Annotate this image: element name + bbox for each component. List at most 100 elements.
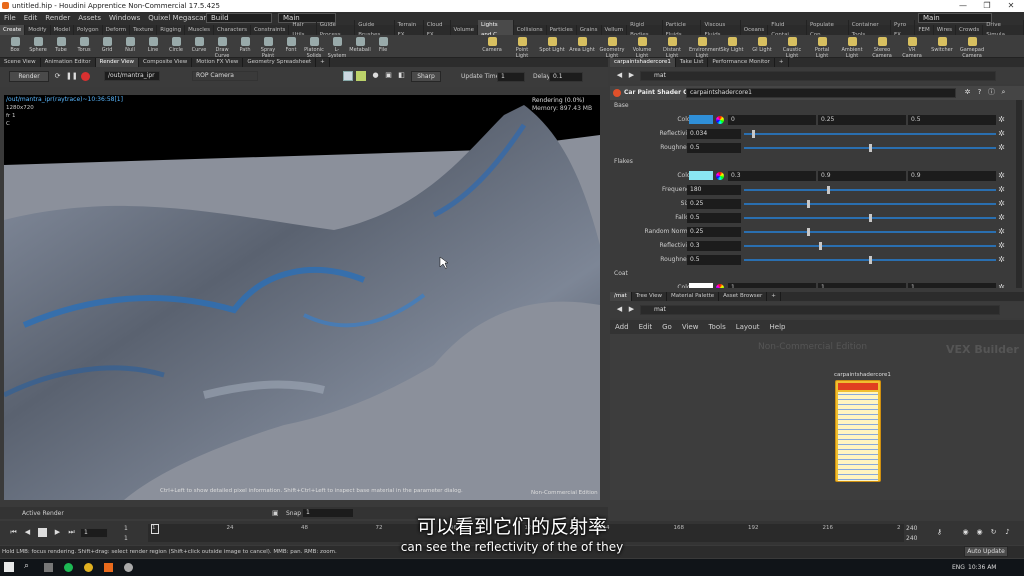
minimize-button[interactable]: — [952, 0, 974, 12]
param-value-field[interactable]: 0.25 [818, 115, 906, 125]
info-icon[interactable]: ⓘ [987, 88, 996, 97]
network-menu-item[interactable]: Tools [703, 323, 730, 331]
start-icon[interactable] [4, 562, 14, 572]
shelf-tool-button[interactable]: Platonic Solids [303, 37, 325, 59]
param-value-field[interactable]: 0.5 [687, 143, 741, 153]
shelf-tool-button[interactable]: Path [234, 37, 256, 53]
shelf-tab[interactable]: Deform [103, 25, 131, 35]
shelf-tool-button[interactable]: Tube [50, 37, 72, 53]
param-value-field[interactable]: 0.25 [687, 199, 741, 209]
shelf-tab[interactable]: Polygon [74, 25, 103, 35]
shelf-tool-button[interactable]: Switcher [929, 37, 955, 53]
render-view[interactable]: /out/mantra_ipr(raytrace)~10:36:58[1] 12… [4, 95, 600, 500]
section-label[interactable]: Base [614, 102, 629, 109]
pane-tab[interactable]: Geometry Spreadsheet [243, 58, 317, 67]
add-tab-icon[interactable]: + [767, 292, 781, 301]
shelf-tool-button[interactable]: Spot Light [539, 37, 565, 53]
param-gear-icon[interactable]: ✲ [997, 115, 1006, 124]
slider-knob[interactable] [806, 228, 810, 236]
network-path-field[interactable]: mat [640, 305, 1000, 315]
param-slider[interactable] [744, 200, 996, 208]
param-value-field[interactable]: 0 [728, 115, 816, 125]
delay-field[interactable]: 0.1 [549, 72, 583, 82]
param-slider[interactable] [744, 186, 996, 194]
shelf-tool-button[interactable]: VR Camera [899, 37, 925, 59]
param-gear-icon[interactable]: ✲ [997, 227, 1006, 236]
color-swatch[interactable] [689, 283, 713, 288]
refresh-icon[interactable]: ⟳ [53, 72, 62, 81]
shelf-tab[interactable]: Model [51, 25, 75, 35]
pane-tab[interactable]: carpaintshadercore1 [610, 58, 676, 67]
shelf-tool-button[interactable]: L-System [326, 37, 348, 59]
shelf-tab[interactable]: Oceans [741, 25, 769, 35]
shelf-tab[interactable]: Volume [451, 25, 478, 35]
help-icon[interactable]: ? [975, 88, 984, 97]
section-label[interactable]: Coat [614, 270, 628, 277]
shelf-tab[interactable]: Particles [547, 25, 577, 35]
shelf-tab[interactable]: Create [0, 25, 26, 35]
param-gear-icon[interactable]: ✲ [997, 143, 1006, 152]
shelf-tab[interactable]: Wires [934, 25, 956, 35]
param-slider[interactable] [744, 228, 996, 236]
back-icon[interactable]: ◀ [615, 71, 624, 80]
slider-knob[interactable] [826, 186, 830, 194]
close-button[interactable]: ✕ [1000, 0, 1022, 12]
shelf-tool-button[interactable]: Line [142, 37, 164, 53]
param-slider[interactable] [744, 144, 996, 152]
region-icon[interactable]: ◧ [397, 71, 406, 80]
shelf-tool-button[interactable]: Environment Light [689, 37, 721, 59]
shelf-tool-button[interactable]: Point Light [509, 37, 535, 59]
network-menu-item[interactable]: Add [610, 323, 634, 331]
shelf-tool-button[interactable]: Stereo Camera [869, 37, 895, 59]
shelf-tool-button[interactable]: Area Light [569, 37, 595, 53]
shelf-tool-button[interactable]: Geometry Light [599, 37, 625, 59]
pane-tab[interactable]: Render View [95, 58, 140, 67]
param-value-field[interactable]: 0.3 [728, 171, 816, 181]
houdini-task-icon[interactable] [104, 563, 113, 572]
color-picker-icon[interactable] [356, 71, 366, 81]
shelf-tab[interactable]: FEM [915, 25, 934, 35]
pane-tab[interactable]: Scene View [0, 58, 41, 67]
param-value-field[interactable]: 1 [908, 283, 996, 288]
shelf-tab[interactable]: Constraints [251, 25, 290, 35]
network-menu-item[interactable]: Layout [731, 323, 765, 331]
pane-tab[interactable]: Asset Browser [719, 292, 768, 301]
forward-icon[interactable]: ▶ [627, 71, 636, 80]
shelf-tab[interactable]: Texture [130, 25, 158, 35]
param-gear-icon[interactable]: ✲ [997, 185, 1006, 194]
color-wheel-icon[interactable] [716, 284, 724, 288]
shelf-tool-button[interactable]: Sky Light [719, 37, 745, 53]
settings-gear-icon[interactable]: ✲ [963, 88, 972, 97]
render-rop-path[interactable]: /out/mantra_ipr [104, 71, 160, 81]
pane-tab[interactable]: Animation Editor [41, 58, 96, 67]
node-name-field[interactable]: carpaintshadercore1 [686, 88, 956, 98]
render-button[interactable]: Render [9, 71, 49, 82]
sharp-select[interactable]: Sharp [411, 71, 441, 82]
shelf-tool-button[interactable]: Null [119, 37, 141, 53]
slider-knob[interactable] [869, 256, 872, 264]
shelf-tool-button[interactable]: Caustic Light [779, 37, 805, 59]
param-value-field[interactable]: 1 [728, 283, 816, 288]
shelf-tool-button[interactable]: File [372, 37, 394, 53]
param-gear-icon[interactable]: ✲ [997, 171, 1006, 180]
spotify-icon[interactable] [64, 563, 73, 572]
section-label[interactable]: Flakes [614, 158, 633, 165]
param-gear-icon[interactable]: ✲ [997, 129, 1006, 138]
color-wheel-icon[interactable] [716, 172, 724, 180]
param-gear-icon[interactable]: ✲ [997, 199, 1006, 208]
param-value-field[interactable]: 0.5 [908, 115, 996, 125]
param-gear-icon[interactable]: ✲ [997, 255, 1006, 264]
search-taskbar-icon[interactable]: ⌕ [24, 561, 29, 571]
network-menu-item[interactable]: Go [657, 323, 677, 331]
shelf-tab[interactable]: Vellum [602, 25, 628, 35]
shelf-tool-button[interactable]: Volume Light [629, 37, 655, 59]
pane-tab[interactable]: Take List [676, 58, 709, 67]
shelf-tool-button[interactable]: Font [280, 37, 302, 53]
param-slider[interactable] [744, 214, 996, 222]
shelf-tool-button[interactable]: Torus [73, 37, 95, 53]
pane-tab[interactable]: Composite View [139, 58, 193, 67]
pause-icon[interactable]: ❚❚ [66, 72, 78, 81]
param-slider[interactable] [744, 242, 996, 250]
light-icon[interactable]: ● [371, 71, 380, 80]
camera-select[interactable]: ROP Camera [192, 71, 258, 81]
